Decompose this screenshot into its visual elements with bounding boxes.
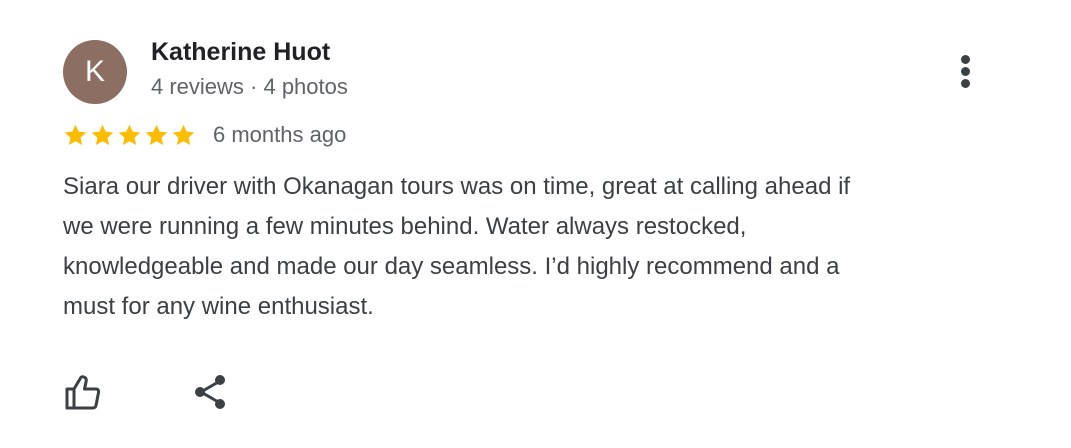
more-options-button[interactable] [950,50,982,94]
avatar[interactable]: K [63,40,127,104]
review-text-line: we were running a few minutes behind. Wa… [63,213,747,240]
review-card: K Katherine Huot 4 reviews · 4 photos 6 … [0,0,1071,448]
review-text-line: must for any wine enthusiast. [63,293,374,320]
star-icon [172,124,195,145]
rating-row: 6 months ago [62,120,346,150]
reviewer-name[interactable]: Katherine Huot [151,38,330,67]
review-text-line: knowledgeable and made our day seamless.… [63,253,840,280]
thumb-up-icon [65,375,101,410]
star-rating [62,122,197,149]
review-date: 6 months ago [213,122,347,147]
share-button[interactable] [189,370,233,414]
like-button[interactable] [61,370,105,414]
star-icon [64,124,87,145]
star-icon [118,124,141,145]
star-icon [91,124,114,145]
review-text: Siara our driver with Okanagan tours was… [63,167,1023,327]
share-icon [195,375,225,409]
star-icon [145,124,168,145]
reviewer-meta: 4 reviews · 4 photos [151,74,348,99]
review-text-line: Siara our driver with Okanagan tours was… [63,173,851,200]
